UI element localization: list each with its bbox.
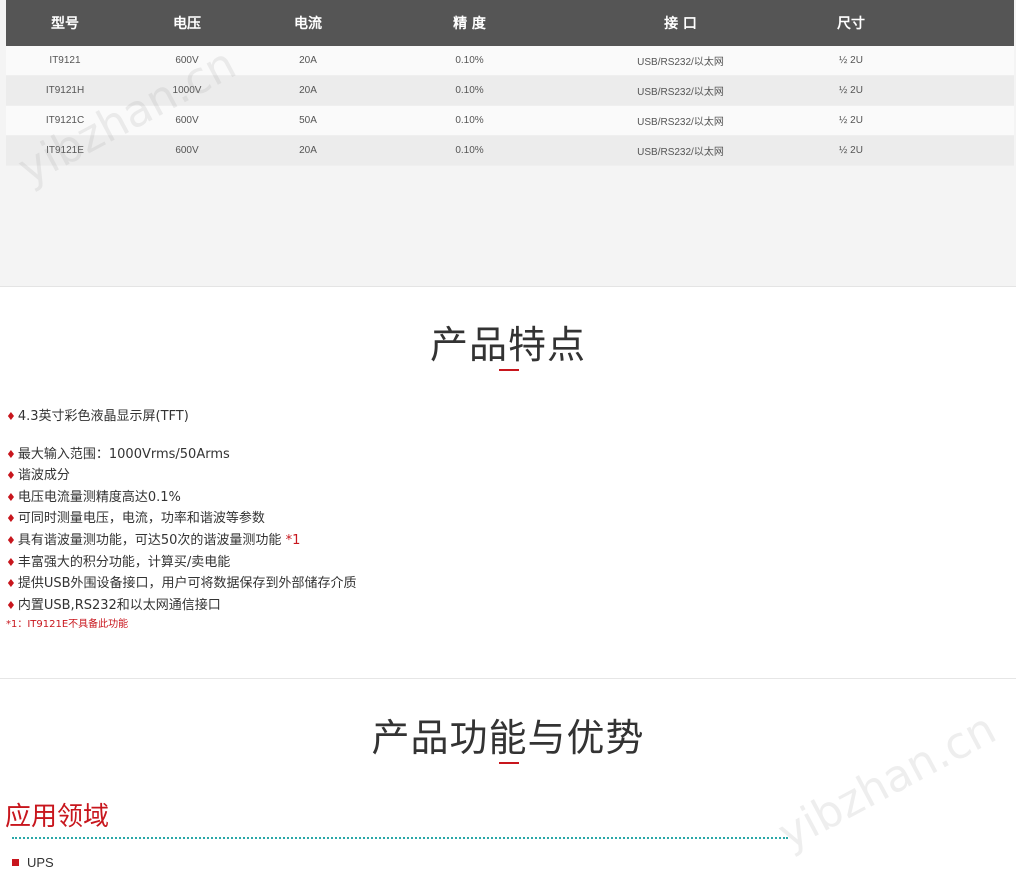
- cell-accuracy: 0.10%: [366, 105, 573, 136]
- table-row: IT9121H 1000V 20A 0.10% USB/RS232/以太网 ½ …: [6, 75, 1014, 106]
- table-row: IT9121C 600V 50A 0.10% USB/RS232/以太网 ½ 2…: [6, 105, 1014, 136]
- diamond-bullet-icon: ♦: [6, 410, 16, 423]
- header-interface: 接 口: [573, 0, 788, 46]
- cell-current: 20A: [250, 135, 366, 166]
- spec-table: 型号 电压 电流 精 度 接 口 尺寸 IT9121 600V 20A 0.10…: [6, 0, 1014, 166]
- cell-size: ½ 2U: [788, 135, 914, 166]
- cell-voltage: 600V: [124, 105, 250, 136]
- cell-empty: [914, 46, 1014, 76]
- footnote-marker: *1: [285, 533, 301, 548]
- advantages-section-title: 产品功能与优势: [371, 716, 645, 760]
- cell-voltage: 600V: [124, 135, 250, 166]
- table-header-row: 型号 电压 电流 精 度 接 口 尺寸: [6, 0, 1014, 46]
- cell-interface: USB/RS232/以太网: [573, 105, 788, 136]
- header-current: 电流: [250, 0, 366, 46]
- cell-empty: [914, 135, 1014, 166]
- cell-model: IT9121E: [6, 135, 124, 166]
- cell-accuracy: 0.10%: [366, 75, 573, 106]
- diamond-bullet-icon: ♦: [6, 577, 16, 590]
- cell-voltage: 1000V: [124, 75, 250, 106]
- application-item: UPS: [27, 855, 54, 870]
- cell-accuracy: 0.10%: [366, 46, 573, 76]
- list-item: UPS: [12, 855, 54, 870]
- list-item: ♦ 丰富强大的积分功能，计算买/卖电能: [6, 555, 231, 570]
- title-underline: [499, 369, 519, 371]
- diamond-bullet-icon: ♦: [6, 556, 16, 569]
- title-underline: [499, 762, 519, 764]
- diamond-bullet-icon: ♦: [6, 491, 16, 504]
- spec-table-panel: 型号 电压 电流 精 度 接 口 尺寸 IT9121 600V 20A 0.10…: [0, 0, 1016, 287]
- list-item: ♦ 提供USB外围设备接口，用户可将数据保存到外部储存介质: [6, 576, 357, 591]
- header-empty: [914, 0, 1014, 46]
- list-item: ♦ 最大输入范围：1000Vrms/50Arms: [6, 447, 230, 462]
- dotted-divider: [12, 837, 788, 839]
- square-bullet-icon: [12, 859, 19, 867]
- cell-size: ½ 2U: [788, 46, 914, 76]
- list-item: ♦ 4.3英寸彩色液晶显示屏(TFT): [6, 409, 189, 424]
- header-model: 型号: [6, 0, 124, 46]
- cell-voltage: 600V: [124, 46, 250, 76]
- cell-interface: USB/RS232/以太网: [573, 46, 788, 76]
- section-divider: [0, 678, 1016, 679]
- header-size: 尺寸: [788, 0, 914, 46]
- application-title: 应用领域: [5, 802, 110, 832]
- list-item: ♦ 可同时测量电压，电流，功率和谐波等参数: [6, 511, 265, 526]
- cell-interface: USB/RS232/以太网: [573, 135, 788, 166]
- diamond-bullet-icon: ♦: [6, 534, 16, 547]
- table-row: IT9121 600V 20A 0.10% USB/RS232/以太网 ½ 2U: [6, 46, 1014, 76]
- list-item: ♦ 具有谐波量测功能，可达50次的谐波量测功能 *1: [6, 533, 301, 548]
- cell-model: IT9121H: [6, 75, 124, 106]
- footnote: *1：IT9121E不具备此功能: [6, 619, 129, 630]
- diamond-bullet-icon: ♦: [6, 599, 16, 612]
- cell-model: IT9121: [6, 46, 124, 76]
- diamond-bullet-icon: ♦: [6, 469, 16, 482]
- cell-current: 20A: [250, 46, 366, 76]
- diamond-bullet-icon: ♦: [6, 512, 16, 525]
- header-voltage: 电压: [124, 0, 250, 46]
- cell-accuracy: 0.10%: [366, 135, 573, 166]
- cell-model: IT9121C: [6, 105, 124, 136]
- cell-size: ½ 2U: [788, 75, 914, 106]
- header-accuracy: 精 度: [366, 0, 573, 46]
- cell-current: 20A: [250, 75, 366, 106]
- list-item: ♦ 内置USB,RS232和以太网通信接口: [6, 598, 221, 613]
- cell-interface: USB/RS232/以太网: [573, 75, 788, 106]
- cell-empty: [914, 75, 1014, 106]
- list-item: ♦ 电压电流量测精度高达0.1%: [6, 490, 181, 505]
- cell-size: ½ 2U: [788, 105, 914, 136]
- cell-current: 50A: [250, 105, 366, 136]
- cell-empty: [914, 105, 1014, 136]
- list-item: ♦ 谐波成分: [6, 468, 70, 483]
- features-section-title: 产品特点: [429, 323, 586, 367]
- table-row: IT9121E 600V 20A 0.10% USB/RS232/以太网 ½ 2…: [6, 135, 1014, 166]
- diamond-bullet-icon: ♦: [6, 448, 16, 461]
